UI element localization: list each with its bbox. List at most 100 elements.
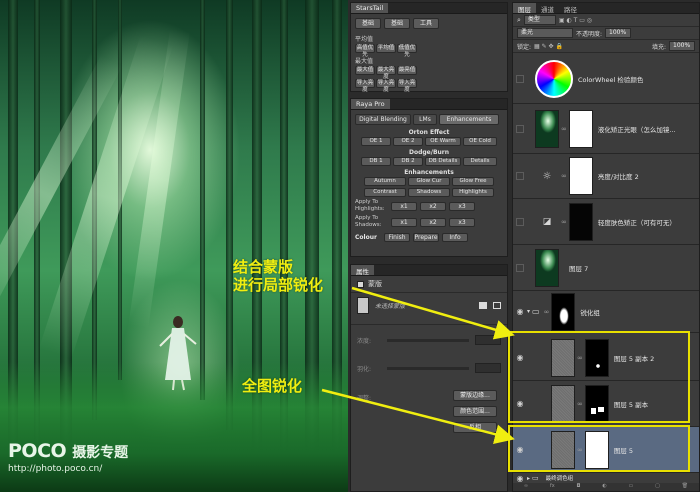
highlights-button[interactable]: Highlights (452, 188, 494, 197)
db2-button[interactable]: DB 2 (393, 157, 423, 166)
highlight-box-local (508, 331, 690, 423)
tab-starstail[interactable]: StarsTail (351, 3, 389, 13)
starstail-tools-button[interactable]: 工具 (413, 18, 439, 29)
oe2-button[interactable]: OE 2 (393, 137, 423, 146)
density-value[interactable] (475, 335, 501, 345)
link-icon[interactable]: ∞ (561, 218, 567, 226)
starstail-action-button[interactable]: 最亮值 (397, 66, 417, 75)
fx-icon[interactable]: fx (550, 483, 555, 491)
apply-x3-button[interactable]: x3 (449, 217, 475, 227)
oe-warm-button[interactable]: OE Warm (425, 137, 461, 146)
contrast-button[interactable]: Contrast (364, 188, 406, 197)
layer-name: 液化矫正光眼（怎么加镜... (597, 125, 676, 134)
db1-button[interactable]: DB 1 (361, 157, 391, 166)
visibility-toggle[interactable] (516, 172, 524, 180)
starstail-action-button[interactable]: 导入亮度 (376, 79, 396, 93)
starstail-tabbar: StarsTail (351, 3, 507, 14)
tab-enhancements[interactable]: Enhancements (439, 114, 499, 125)
apply-x1-button[interactable]: x1 (391, 217, 417, 227)
new-layer-icon[interactable]: ▢ (655, 483, 660, 491)
visibility-toggle[interactable] (516, 75, 524, 83)
visibility-toggle[interactable] (516, 217, 524, 226)
glow-cur-button[interactable]: Glow Cur (408, 177, 450, 186)
opacity-input[interactable]: 100% (605, 28, 632, 38)
girl-figure (159, 316, 197, 391)
pixel-mask-icon[interactable] (479, 302, 487, 309)
visibility-toggle[interactable] (516, 263, 524, 272)
curves-icon: ◪ (542, 216, 552, 227)
tab-lms[interactable]: LMs (413, 114, 437, 125)
layer-row[interactable]: ∞ 液化矫正光眼（怎么加镜... (513, 104, 699, 154)
blend-mode-dropdown[interactable]: 柔光 (517, 28, 573, 38)
layers-footer: ∞ fx ◘ ◐ ▭ ▢ 🗑 (513, 483, 699, 491)
starstail-action-button[interactable]: 高值优先 (355, 44, 375, 58)
tab-channels[interactable]: 通道 (536, 3, 559, 14)
chevron-down-icon[interactable]: ▾ (527, 308, 530, 315)
feather-slider[interactable] (387, 366, 469, 370)
autumn-button[interactable]: Autumn (364, 177, 406, 186)
folder-icon: ▭ (532, 307, 540, 316)
info-button[interactable]: Info (442, 233, 468, 242)
layer-row[interactable]: ColorWheel 检验颜色 (513, 55, 699, 104)
adjustment-icon[interactable]: ◐ (602, 483, 606, 491)
tab-paths[interactable]: 路径 (559, 3, 582, 14)
visibility-toggle[interactable] (516, 124, 524, 133)
annotation-global-sharpen: 全图锐化 (242, 377, 303, 395)
color-range-button[interactable]: 颜色范围... (453, 406, 497, 417)
oe1-button[interactable]: OE 1 (361, 137, 391, 146)
finish-button[interactable]: Finish (384, 233, 410, 242)
prepare-button[interactable]: Prepare (413, 233, 439, 242)
starstail-action-button[interactable]: 导入亮度 (397, 79, 417, 93)
fill-input[interactable]: 100% (669, 41, 695, 51)
layer-group-row[interactable]: ◉ ▾ ▭ ∞ 锐化组 (513, 291, 699, 333)
layer-group-row[interactable]: ◉ ▸ ▭ 最终调色组 (513, 473, 699, 483)
tab-raya-pro[interactable]: Raya Pro (351, 99, 390, 109)
glow-free-button[interactable]: Glow Free (452, 177, 494, 186)
starstail-action-button[interactable]: 平均值 (376, 44, 396, 53)
watermark-logo: POCO (8, 440, 67, 462)
add-mask-icon[interactable]: ◘ (577, 483, 581, 491)
apply-x1-button[interactable]: x1 (391, 201, 417, 211)
link-icon[interactable]: ∞ (561, 125, 567, 133)
layer-row[interactable]: ☼ ∞ 亮度/对比度 2 (513, 154, 699, 199)
eye-icon[interactable]: ◉ (513, 474, 527, 483)
apply-shadows-row: Apply To Shadows: x1 x2 x3 (351, 214, 507, 230)
link-icon[interactable]: ∞ (544, 308, 550, 316)
db-details-button[interactable]: DB Details (425, 157, 461, 166)
layer-row[interactable]: 图层 7 (513, 245, 699, 291)
orton-buttons: OE 1 OE 2 OE Warm OE Cold (351, 136, 507, 147)
tab-digital-blending[interactable]: Digital Blending (355, 114, 411, 125)
kind-dropdown[interactable]: 类型 (523, 15, 556, 25)
starstail-basic2-button[interactable]: 基础 (384, 18, 410, 29)
lock-icons[interactable]: ▦ ✎ ✥ 🔒 (534, 43, 563, 50)
delete-icon[interactable]: 🗑 (682, 483, 688, 491)
shadows-button[interactable]: Shadows (408, 188, 450, 197)
vector-mask-icon[interactable] (493, 302, 501, 309)
apply-x2-button[interactable]: x2 (420, 201, 446, 211)
starstail-group-max: 最大值 最大值 最大亮度 最亮值 (351, 53, 507, 80)
eye-icon[interactable]: ◉ (513, 307, 527, 316)
feather-value[interactable] (475, 363, 501, 373)
new-group-icon[interactable]: ▭ (629, 483, 634, 491)
apply-x3-button[interactable]: x3 (449, 201, 475, 211)
details-button[interactable]: Details (463, 157, 497, 166)
starstail-action-button[interactable]: 最大值 (355, 66, 375, 75)
chevron-right-icon[interactable]: ▸ (527, 475, 530, 482)
filter-icons[interactable]: ▣ ◐ T ▭ ◎ (559, 17, 592, 24)
mask-icon (357, 280, 364, 288)
invert-button[interactable]: 反相 (453, 422, 497, 433)
starstail-action-button[interactable]: 导入亮度 (355, 79, 375, 93)
starstail-action-button[interactable]: 低值优先 (397, 44, 417, 58)
link-icon[interactable]: ∞ (561, 172, 567, 180)
mask-edge-button[interactable]: 蒙版边缘... (453, 390, 497, 401)
apply-x2-button[interactable]: x2 (420, 217, 446, 227)
starstail-action-button[interactable]: 最大亮度 (376, 66, 396, 80)
density-slider[interactable] (387, 338, 469, 342)
density-field: 浓度: (351, 331, 507, 349)
oe-cold-button[interactable]: OE Cold (463, 137, 497, 146)
layer-row[interactable]: ◪ ∞ 轻度肤色矫正（可有可无） (513, 199, 699, 245)
tab-properties[interactable]: 属性 (351, 265, 374, 276)
starstail-basic-button[interactable]: 基础 (355, 18, 381, 29)
link-layers-icon[interactable]: ∞ (524, 483, 528, 491)
tab-layers[interactable]: 图层 (513, 3, 536, 14)
